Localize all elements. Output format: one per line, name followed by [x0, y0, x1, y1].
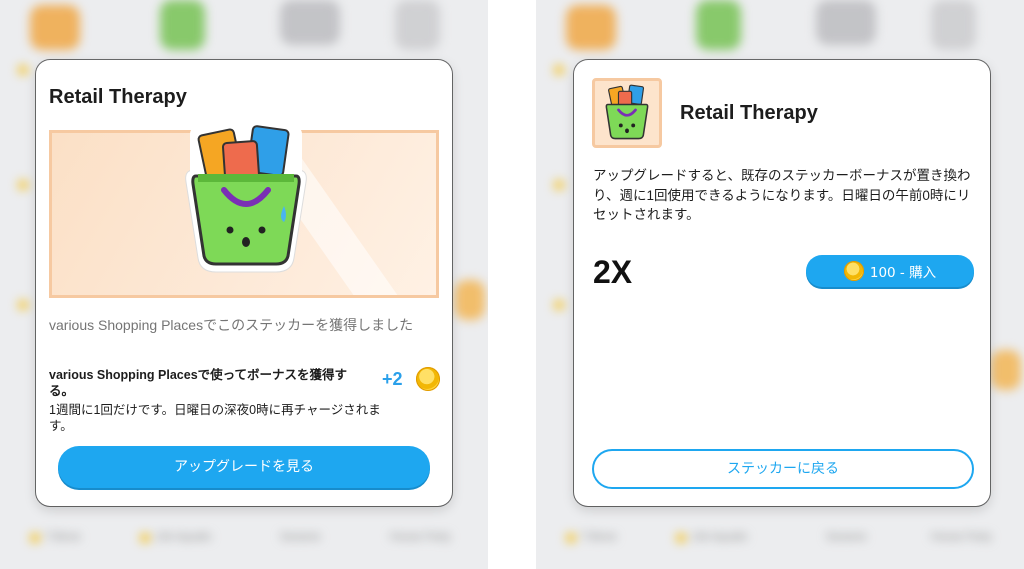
buy-upgrade-button[interactable]: 100 - 購入	[806, 255, 974, 287]
buy-button-label: 100 - 購入	[869, 265, 937, 281]
right-screen: T-Bone Life Aquatic Sesame House Party R…	[536, 0, 1024, 569]
bonus-title: various Shopping Placesで使ってボーナスを獲得する。	[49, 368, 348, 398]
divider	[488, 0, 536, 569]
sticker-title: Retail Therapy	[680, 102, 818, 124]
upgrade-description: アップグレードすると、既存のステッカーボーナスが置き換わり、週に1回使用できるよ…	[593, 168, 971, 222]
backdrop-label: Sesame	[280, 531, 321, 543]
sticker-thumbnail	[592, 78, 662, 148]
bonus-description: 1週間に1回だけです。日曜日の深夜0時に再チャージされます。	[49, 403, 381, 433]
coin-icon	[416, 367, 440, 391]
view-upgrade-button[interactable]: アップグレードを見る	[58, 446, 430, 488]
backdrop-label: T-Bone	[581, 531, 617, 543]
backdrop-label: Life Aquatic	[691, 531, 748, 543]
multiplier-value: 2X	[593, 254, 633, 290]
shopping-bag-sticker-icon	[185, 125, 307, 273]
coin-icon	[843, 261, 864, 281]
back-to-stickers-button[interactable]: ステッカーに戻る	[592, 449, 974, 489]
earned-location-text: various Shopping Placesでこのステッカーを獲得しました	[49, 317, 414, 333]
backdrop-label: Life Aquatic	[155, 531, 212, 543]
sticker-title: Retail Therapy	[49, 86, 187, 108]
backdrop-label: T-Bone	[45, 531, 81, 543]
bonus-amount: +2	[382, 369, 403, 389]
upgrade-card: Retail Therapy アップグレードすると、既存のステッカーボーナスが置…	[574, 60, 990, 506]
left-screen: T-Bone Life Aquatic Sesame House Party R…	[0, 0, 488, 569]
shopping-bag-sticker-icon	[605, 84, 649, 140]
sticker-detail-card: Retail Therapy various Shopping Placesでこ…	[36, 60, 452, 506]
backdrop-label: Sesame	[826, 531, 867, 543]
backdrop-label: House Party	[931, 531, 992, 543]
backdrop-label: House Party	[390, 531, 451, 543]
